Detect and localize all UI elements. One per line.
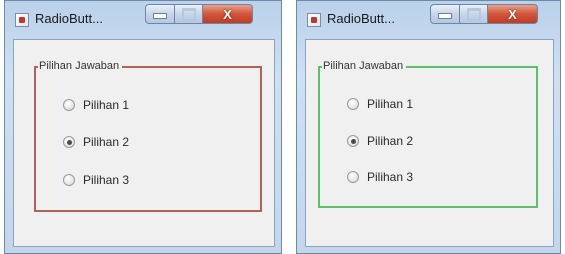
radio-label[interactable]: Pilihan 2 (83, 135, 129, 149)
radio-button[interactable] (347, 98, 359, 110)
close-button[interactable]: X (488, 4, 538, 24)
groupbox-title: Pilihan Jawaban (322, 59, 407, 74)
radio-option-2[interactable]: Pilihan 2 (347, 133, 413, 149)
title-bar[interactable]: RadioButt... X (297, 1, 560, 39)
radio-label[interactable]: Pilihan 3 (367, 170, 413, 184)
radio-button[interactable] (63, 136, 75, 148)
radio-label[interactable]: Pilihan 2 (367, 134, 413, 148)
radio-label[interactable]: Pilihan 1 (83, 98, 129, 112)
radio-option-1[interactable]: Pilihan 1 (63, 97, 129, 113)
window-content: Pilihan Jawaban Pilihan 1 Pilihan 2 Pili… (13, 39, 275, 247)
radio-selected-dot (350, 138, 356, 144)
radio-button[interactable] (63, 99, 75, 111)
maximize-button[interactable] (175, 4, 203, 24)
radio-label[interactable]: Pilihan 1 (367, 97, 413, 111)
java-app-icon[interactable] (15, 13, 29, 27)
radio-button[interactable] (347, 171, 359, 183)
radio-button[interactable] (347, 135, 359, 147)
window-title: RadioButt... (327, 11, 395, 26)
radio-option-2[interactable]: Pilihan 2 (63, 134, 129, 150)
radio-button[interactable] (63, 174, 75, 186)
radiobutton-window-right: RadioButt... X Pilihan Jawaban Pilihan 1… (296, 0, 561, 254)
caption-buttons: X (430, 4, 538, 24)
radio-option-3[interactable]: Pilihan 3 (63, 172, 129, 188)
window-title: RadioButt... (35, 11, 103, 26)
radio-option-1[interactable]: Pilihan 1 (347, 96, 413, 112)
title-bar[interactable]: RadioButt... X (5, 1, 281, 39)
radiobutton-window-left: RadioButt... X Pilihan Jawaban Pilihan 1… (4, 0, 282, 254)
radio-selected-dot (66, 139, 72, 145)
window-content: Pilihan Jawaban Pilihan 1 Pilihan 2 Pili… (305, 39, 554, 247)
caption-buttons: X (145, 4, 253, 24)
answer-groupbox: Pilihan Jawaban Pilihan 1 Pilihan 2 Pili… (318, 59, 538, 208)
radio-option-3[interactable]: Pilihan 3 (347, 169, 413, 185)
maximize-button[interactable] (460, 4, 488, 24)
minimize-button[interactable] (430, 4, 460, 24)
answer-groupbox: Pilihan Jawaban Pilihan 1 Pilihan 2 Pili… (34, 59, 262, 212)
minimize-button[interactable] (145, 4, 175, 24)
radio-label[interactable]: Pilihan 3 (83, 173, 129, 187)
close-button[interactable]: X (203, 4, 253, 24)
groupbox-title: Pilihan Jawaban (38, 59, 123, 74)
java-app-icon[interactable] (307, 13, 321, 27)
